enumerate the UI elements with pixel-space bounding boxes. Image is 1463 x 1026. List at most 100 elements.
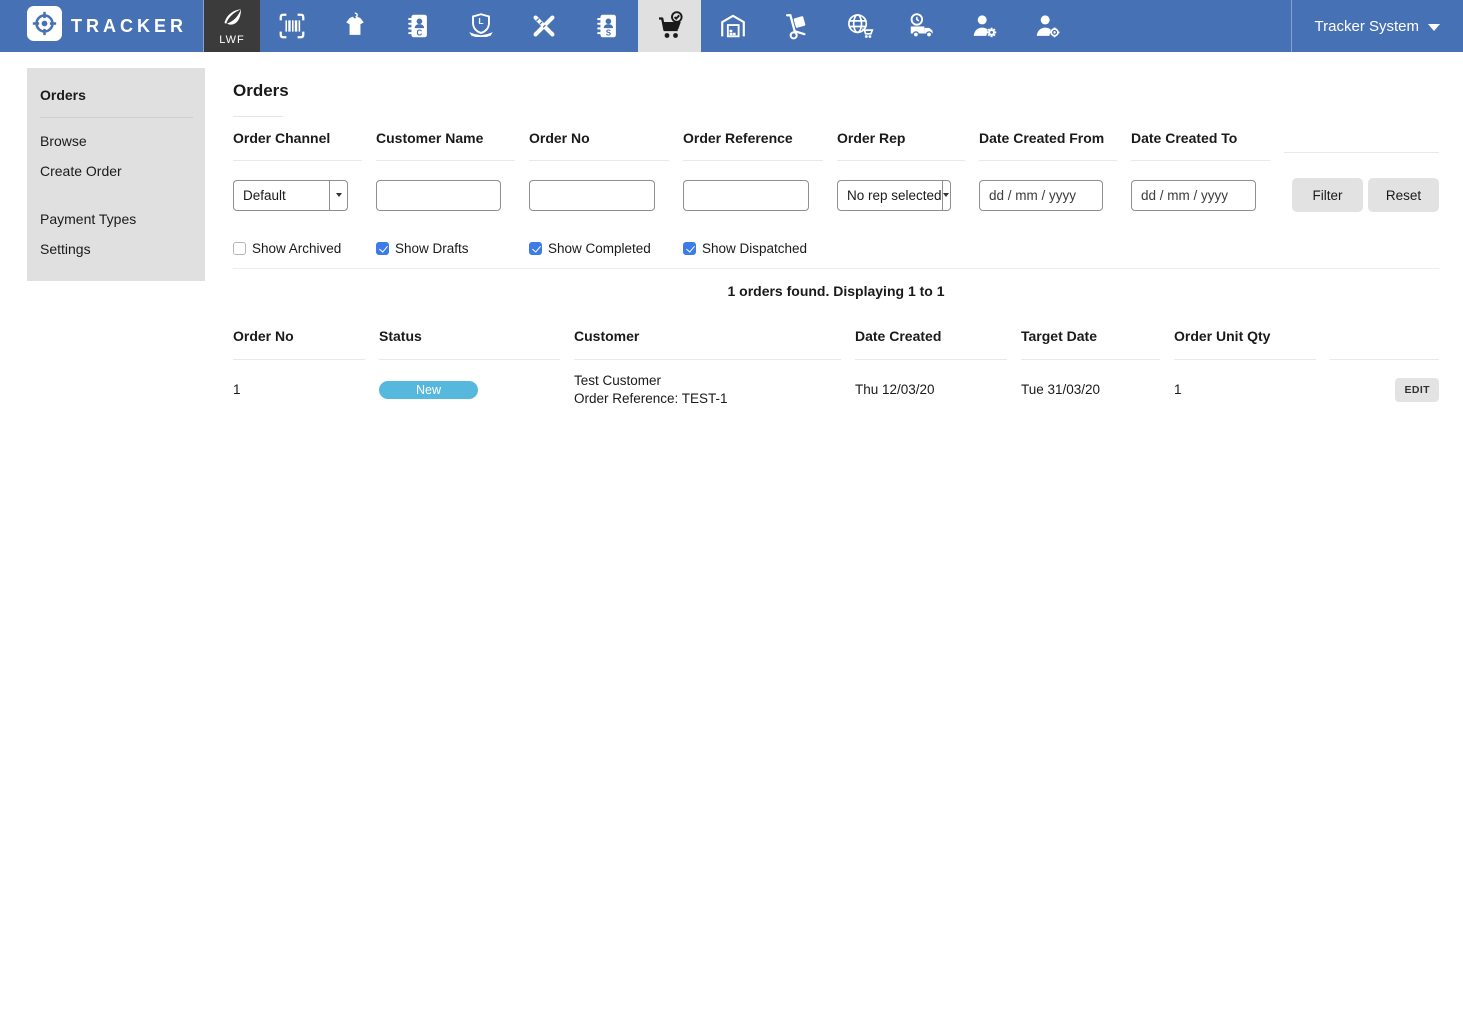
tracker-target-icon	[27, 6, 62, 46]
nav-item-brand-shield[interactable]: L	[449, 0, 512, 52]
sidebar-item-browse[interactable]: Browse	[27, 126, 205, 156]
cell-status: New	[379, 380, 560, 399]
checkbox-label: Show Archived	[252, 241, 342, 256]
brand-logo[interactable]: TRACKER	[0, 0, 203, 52]
feather-icon	[218, 7, 246, 36]
checkbox-label: Show Drafts	[395, 241, 469, 256]
sidebar-title: Orders	[40, 87, 86, 103]
filter-label-actions-spacer	[1284, 138, 1439, 153]
checkbox-icon[interactable]	[233, 242, 246, 255]
sidebar-item-payment-types[interactable]: Payment Types	[27, 204, 205, 234]
filter-label-customer-name: Customer Name	[376, 130, 515, 161]
cell-order-unit-qty: 1	[1174, 382, 1182, 397]
nav-item-goods-handling[interactable]	[764, 0, 827, 52]
column-header-target-date: Target Date	[1021, 328, 1160, 360]
customer-order-reference: Order Reference: TEST-1	[574, 391, 728, 406]
account-label: Tracker System	[1314, 17, 1419, 35]
nav-item-contacts-suppliers[interactable]: S	[575, 0, 638, 52]
nav-item-orders-cart[interactable]	[638, 0, 701, 52]
cell-actions: EDIT	[1330, 377, 1439, 402]
nav-item-user-target[interactable]	[1016, 0, 1079, 52]
page-title: Orders	[233, 81, 289, 100]
order-reference-input[interactable]	[683, 179, 809, 211]
nav-item-barcode-scan[interactable]	[260, 0, 323, 52]
customer-name: Test Customer	[574, 373, 662, 388]
results-summary: 1 orders found. Displaying 1 to 1	[727, 283, 945, 299]
sidebar-item-settings[interactable]: Settings	[27, 234, 205, 264]
nav-item-garments[interactable]	[323, 0, 386, 52]
nav-item-design-tools[interactable]	[512, 0, 575, 52]
show-drafts-checkbox[interactable]: Show Drafts	[376, 241, 515, 256]
hand-truck-icon	[781, 11, 811, 41]
filter-label-date-created-from: Date Created From	[979, 130, 1117, 161]
filter-labels-row: Order Channel Customer Name Order No Ord…	[233, 130, 1439, 161]
checkbox-icon[interactable]	[376, 242, 389, 255]
order-rep-select-value: No rep selected	[847, 187, 942, 203]
cell-customer: Test Customer Order Reference: TEST-1	[574, 373, 841, 406]
column-header-order-no: Order No	[233, 328, 365, 360]
shield-l-icon: L	[466, 11, 496, 41]
date-created-to-value: dd / mm / yyyy	[1141, 187, 1229, 203]
status-badge: New	[379, 380, 478, 399]
sidebar-item-create-order[interactable]: Create Order	[27, 156, 205, 186]
date-created-to-input[interactable]: dd / mm / yyyy	[1131, 179, 1256, 211]
filter-label-date-created-to: Date Created To	[1131, 130, 1270, 161]
order-rep-select[interactable]: No rep selected	[837, 179, 951, 211]
nav-item-dispatch-truck[interactable]	[890, 0, 953, 52]
svg-text:L: L	[478, 16, 483, 26]
nav-item-user-admin[interactable]	[953, 0, 1016, 52]
nav-item-online-store[interactable]	[827, 0, 890, 52]
nav-item-contacts-customers[interactable]: C	[386, 0, 449, 52]
date-created-from-value: dd / mm / yyyy	[989, 187, 1077, 203]
filter-controls-row: Default No rep selected dd / mm / yyyy d…	[233, 178, 1439, 212]
main-content: Orders Order Channel Customer Name Order…	[233, 68, 1439, 418]
cell-order-no: 1	[233, 382, 241, 397]
account-menu[interactable]: Tracker System	[1292, 0, 1463, 52]
column-header-order-unit-qty: Order Unit Qty	[1174, 328, 1316, 360]
checkbox-label: Show Completed	[548, 241, 651, 256]
chevron-down-icon	[329, 180, 347, 210]
svg-text:C: C	[416, 28, 422, 37]
edit-button[interactable]: EDIT	[1395, 377, 1439, 402]
ruler-pencil-icon	[529, 11, 559, 41]
show-archived-checkbox[interactable]: Show Archived	[233, 241, 362, 256]
divider	[233, 116, 283, 117]
contacts-book-c-icon: C	[403, 11, 433, 41]
order-channel-select[interactable]: Default	[233, 179, 348, 211]
user-target-icon	[1033, 11, 1063, 41]
customer-name-input[interactable]	[376, 179, 501, 211]
tshirt-hanger-icon	[340, 11, 370, 41]
order-channel-select-value: Default	[243, 187, 286, 203]
contacts-book-s-icon: S	[592, 11, 622, 41]
chevron-down-icon	[941, 180, 950, 210]
date-created-from-input[interactable]: dd / mm / yyyy	[979, 179, 1103, 211]
barcode-scan-icon	[277, 11, 307, 41]
checkbox-icon[interactable]	[683, 242, 696, 255]
svg-text:S: S	[605, 28, 610, 37]
filter-checkbox-row: Show Archived Show Drafts Show Completed…	[233, 241, 1439, 256]
column-header-date-created: Date Created	[855, 328, 1007, 360]
table-row: 1 New Test Customer Order Reference: TES…	[233, 360, 1439, 418]
nav-item-warehouse[interactable]	[701, 0, 764, 52]
filter-label-order-rep: Order Rep	[837, 130, 965, 161]
filter-label-order-reference: Order Reference	[683, 130, 823, 161]
order-no-input[interactable]	[529, 179, 655, 211]
top-navigation-bar: TRACKER LWF C L S Tracker System	[0, 0, 1463, 52]
filter-button[interactable]: Filter	[1292, 178, 1363, 212]
show-completed-checkbox[interactable]: Show Completed	[529, 241, 669, 256]
cell-date-created: Thu 12/03/20	[855, 382, 935, 397]
checkbox-icon[interactable]	[529, 242, 542, 255]
results-header-row: Order No Status Customer Date Created Ta…	[233, 328, 1439, 360]
filter-buttons: Filter Reset	[1284, 178, 1439, 212]
checkbox-label: Show Dispatched	[702, 241, 808, 256]
workspace-label: LWF	[219, 33, 245, 46]
user-gear-icon	[970, 11, 1000, 41]
filter-label-order-no: Order No	[529, 130, 669, 161]
column-header-actions-spacer	[1330, 328, 1439, 360]
reset-button[interactable]: Reset	[1368, 178, 1439, 212]
truck-clock-icon	[907, 11, 937, 41]
cell-target-date: Tue 31/03/20	[1021, 382, 1101, 397]
divider	[233, 268, 1439, 269]
show-dispatched-checkbox[interactable]: Show Dispatched	[683, 241, 823, 256]
workspace-badge[interactable]: LWF	[204, 0, 260, 52]
